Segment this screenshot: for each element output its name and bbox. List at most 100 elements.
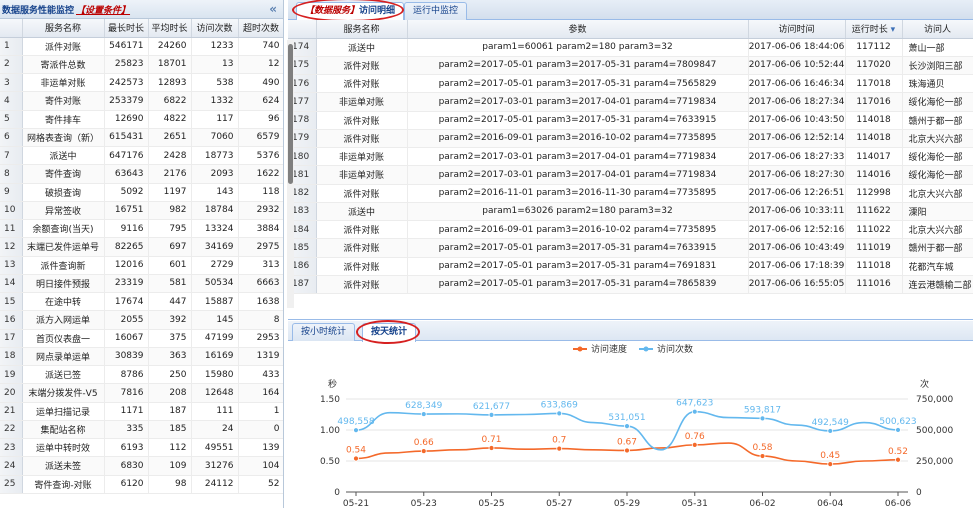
table-row[interactable]: 174 派送中 param1=60061 param2=180 param3=32 2…: [288, 38, 973, 57]
data-point: [353, 427, 359, 434]
table-row[interactable]: 182 派件对账 param2=2016-11-01 param3=2016-11-…: [288, 184, 973, 203]
column-header[interactable]: [0, 19, 23, 38]
table-row[interactable]: 9 破损查询 5092 1197 143 118: [0, 183, 283, 202]
table-cell: 50534: [191, 274, 239, 294]
column-header[interactable]: 服务名称: [316, 20, 408, 39]
y-right-axis-label: 次: [920, 378, 929, 390]
sort-desc-icon[interactable]: ▾: [888, 25, 896, 35]
table-row[interactable]: 4 寄件对账 253379 6822 1332 624: [0, 91, 283, 111]
data-label: 628,349: [405, 401, 442, 411]
data-point: [895, 427, 901, 433]
column-header-label: 访问人: [923, 25, 951, 36]
table-cell: 538: [191, 73, 239, 93]
table-row[interactable]: 18 网点录单运单 30839 363 16169 1319: [0, 347, 283, 367]
column-header[interactable]: 运行时长 ▾: [845, 20, 903, 39]
table-row[interactable]: 19 派送已签 8786 250 15980 433: [0, 365, 283, 385]
column-header[interactable]: 平均时长: [148, 19, 192, 38]
table-row[interactable]: 175 派件对账 param2=2017-05-01 param3=2017-05-…: [288, 56, 973, 76]
table-row[interactable]: 177 非运单对账 param2=2017-03-01 param3=2017-04…: [288, 92, 973, 112]
table-row[interactable]: 180 非运单对账 param2=2017-03-01 param3=2017-04…: [288, 147, 973, 167]
table-row[interactable]: 178 派件对账 param2=2017-05-01 param3=2017-05-…: [288, 111, 973, 130]
table-row[interactable]: 187 派件对账 param2=2017-05-01 param3=2017-05-…: [288, 275, 973, 295]
data-point: [420, 411, 427, 417]
table-row[interactable]: 10 异常签收 16751 982 18784 2932: [0, 201, 283, 221]
data-point: [420, 448, 427, 454]
table-row[interactable]: 20 末端分拨发件-V5 7816 208 12648 164: [0, 383, 283, 403]
column-header[interactable]: 超时次数: [238, 19, 283, 38]
table-cell: 601: [148, 256, 192, 275]
data-label: 621,677: [473, 402, 510, 412]
table-row[interactable]: 5 寄件排车 12690 4822 117 96: [0, 110, 283, 129]
table-row[interactable]: 185 派件对账 param2=2017-05-01 param3=2017-05-…: [288, 238, 973, 258]
table-cell: 2017-06-06 12:52:14: [748, 129, 846, 149]
column-header[interactable]: 服务名称: [22, 19, 105, 38]
table-cell: 网格表查询（新）: [22, 128, 105, 148]
detail-scrollbar[interactable]: [287, 40, 294, 308]
table-row[interactable]: 17 首页仪表盘一 16067 375 47199 2953: [0, 329, 283, 348]
table-row[interactable]: 16 派方入网运单 2055 392 145 8: [0, 310, 283, 330]
data-point: [624, 423, 630, 430]
column-header[interactable]: [288, 20, 317, 39]
table-cell: param2=2017-05-01 param3=2017-05-31 para…: [407, 275, 749, 295]
scroll-thumb[interactable]: [288, 44, 293, 184]
y-right-tick-label: 750,000: [916, 395, 953, 405]
table-cell: 392: [148, 310, 192, 330]
table-cell: 派送未签: [22, 456, 105, 476]
table-row[interactable]: 3 非运单对账 242573 12893 538 490: [0, 73, 283, 93]
table-row[interactable]: 12 末端已发件运单号 82265 697 34169 2975: [0, 237, 283, 257]
table-cell: 2729: [191, 256, 239, 275]
row-number: 7: [0, 146, 23, 166]
table-row[interactable]: 24 派送未签 6830 109 31276 104: [0, 456, 283, 476]
table-row[interactable]: 7 派送中 647176 2428 18773 5376: [0, 146, 283, 166]
table-row[interactable]: 13 派件查询新 12016 601 2729 313: [0, 256, 283, 275]
table-cell: 珠海通贝: [902, 74, 973, 94]
table-cell: 6579: [238, 128, 283, 148]
table-cell: 615431: [104, 128, 149, 148]
table-cell: 1: [238, 402, 283, 421]
table-cell: 1233: [191, 37, 239, 56]
table-row[interactable]: 176 派件对账 param2=2017-05-01 param3=2017-05-…: [288, 74, 973, 94]
set-condition-link[interactable]: 【设置条件】: [76, 3, 130, 16]
table-row[interactable]: 14 明日接件预报 23319 581 50534 6663: [0, 274, 283, 294]
column-header[interactable]: 最长时长: [104, 19, 149, 38]
table-cell: 破损查询: [22, 183, 105, 202]
table-row[interactable]: 1 派件对账 546171 24260 1233 740: [0, 37, 283, 56]
table-cell: 112998: [845, 184, 903, 203]
table-cell: 2017-06-06 16:55:05: [748, 275, 846, 295]
table-cell: 绥化海伦一部: [902, 165, 973, 185]
table-row[interactable]: 181 非运单对账 param2=2017-03-01 param3=2017-04…: [288, 165, 973, 185]
tab-daily-stats[interactable]: 按天统计: [362, 323, 417, 342]
table-row[interactable]: 23 运单中转时效 6193 112 49551 139: [0, 438, 283, 458]
table-row[interactable]: 184 派件对账 param2=2016-09-01 param3=2016-10-…: [288, 220, 973, 240]
column-header[interactable]: 参数: [407, 20, 749, 39]
table-row[interactable]: 179 派件对账 param2=2016-09-01 param3=2016-10-…: [288, 129, 973, 149]
column-header[interactable]: 访问时间: [748, 20, 846, 39]
tab-access-detail[interactable]: 【数据服务】访问明细: [296, 2, 405, 21]
tab-running-monitor[interactable]: 运行中监控: [404, 2, 468, 20]
table-row[interactable]: 2 寄派件总数 25823 18701 13 12: [0, 55, 283, 75]
table-cell: 24260: [148, 37, 192, 56]
column-header[interactable]: 访问人: [902, 20, 973, 39]
table-row[interactable]: 8 寄件查询 63643 2176 2093 1622: [0, 164, 283, 184]
double-chevron-left-icon[interactable]: «: [269, 2, 277, 16]
table-row[interactable]: 11 余额查询(当天) 9116 795 13324 3884: [0, 219, 283, 239]
data-label: 0.54: [346, 446, 366, 456]
table-cell: 12648: [191, 383, 239, 403]
table-cell: 208: [148, 383, 192, 403]
table-cell: 16751: [104, 201, 149, 221]
tab-hourly-stats[interactable]: 按小时统计: [292, 323, 356, 341]
table-cell: 145: [191, 310, 239, 330]
table-cell: 6193: [104, 438, 149, 458]
table-row[interactable]: 183 派送中 param1=63026 param2=180 param3=32 2…: [288, 202, 973, 222]
table-row[interactable]: 186 派件对账 param2=2017-05-01 param3=2017-05-…: [288, 257, 973, 276]
table-row[interactable]: 6 网格表查询（新） 615431 2651 7060 6579: [0, 128, 283, 148]
table-row[interactable]: 15 在途中转 17674 447 15887 1638: [0, 292, 283, 312]
table-cell: 派方入网运单: [22, 310, 105, 330]
table-row[interactable]: 22 集配站名称 335 185 24 0: [0, 420, 283, 440]
table-row[interactable]: 21 运单扫描记录 1171 187 111 1: [0, 402, 283, 421]
row-number: 6: [0, 128, 23, 148]
column-header[interactable]: 访问次数: [191, 19, 239, 38]
table-row[interactable]: 25 寄件查询-对账 6120 98 24112 52: [0, 475, 283, 494]
legend-marker: [643, 346, 649, 352]
table-cell: 111019: [845, 238, 903, 258]
